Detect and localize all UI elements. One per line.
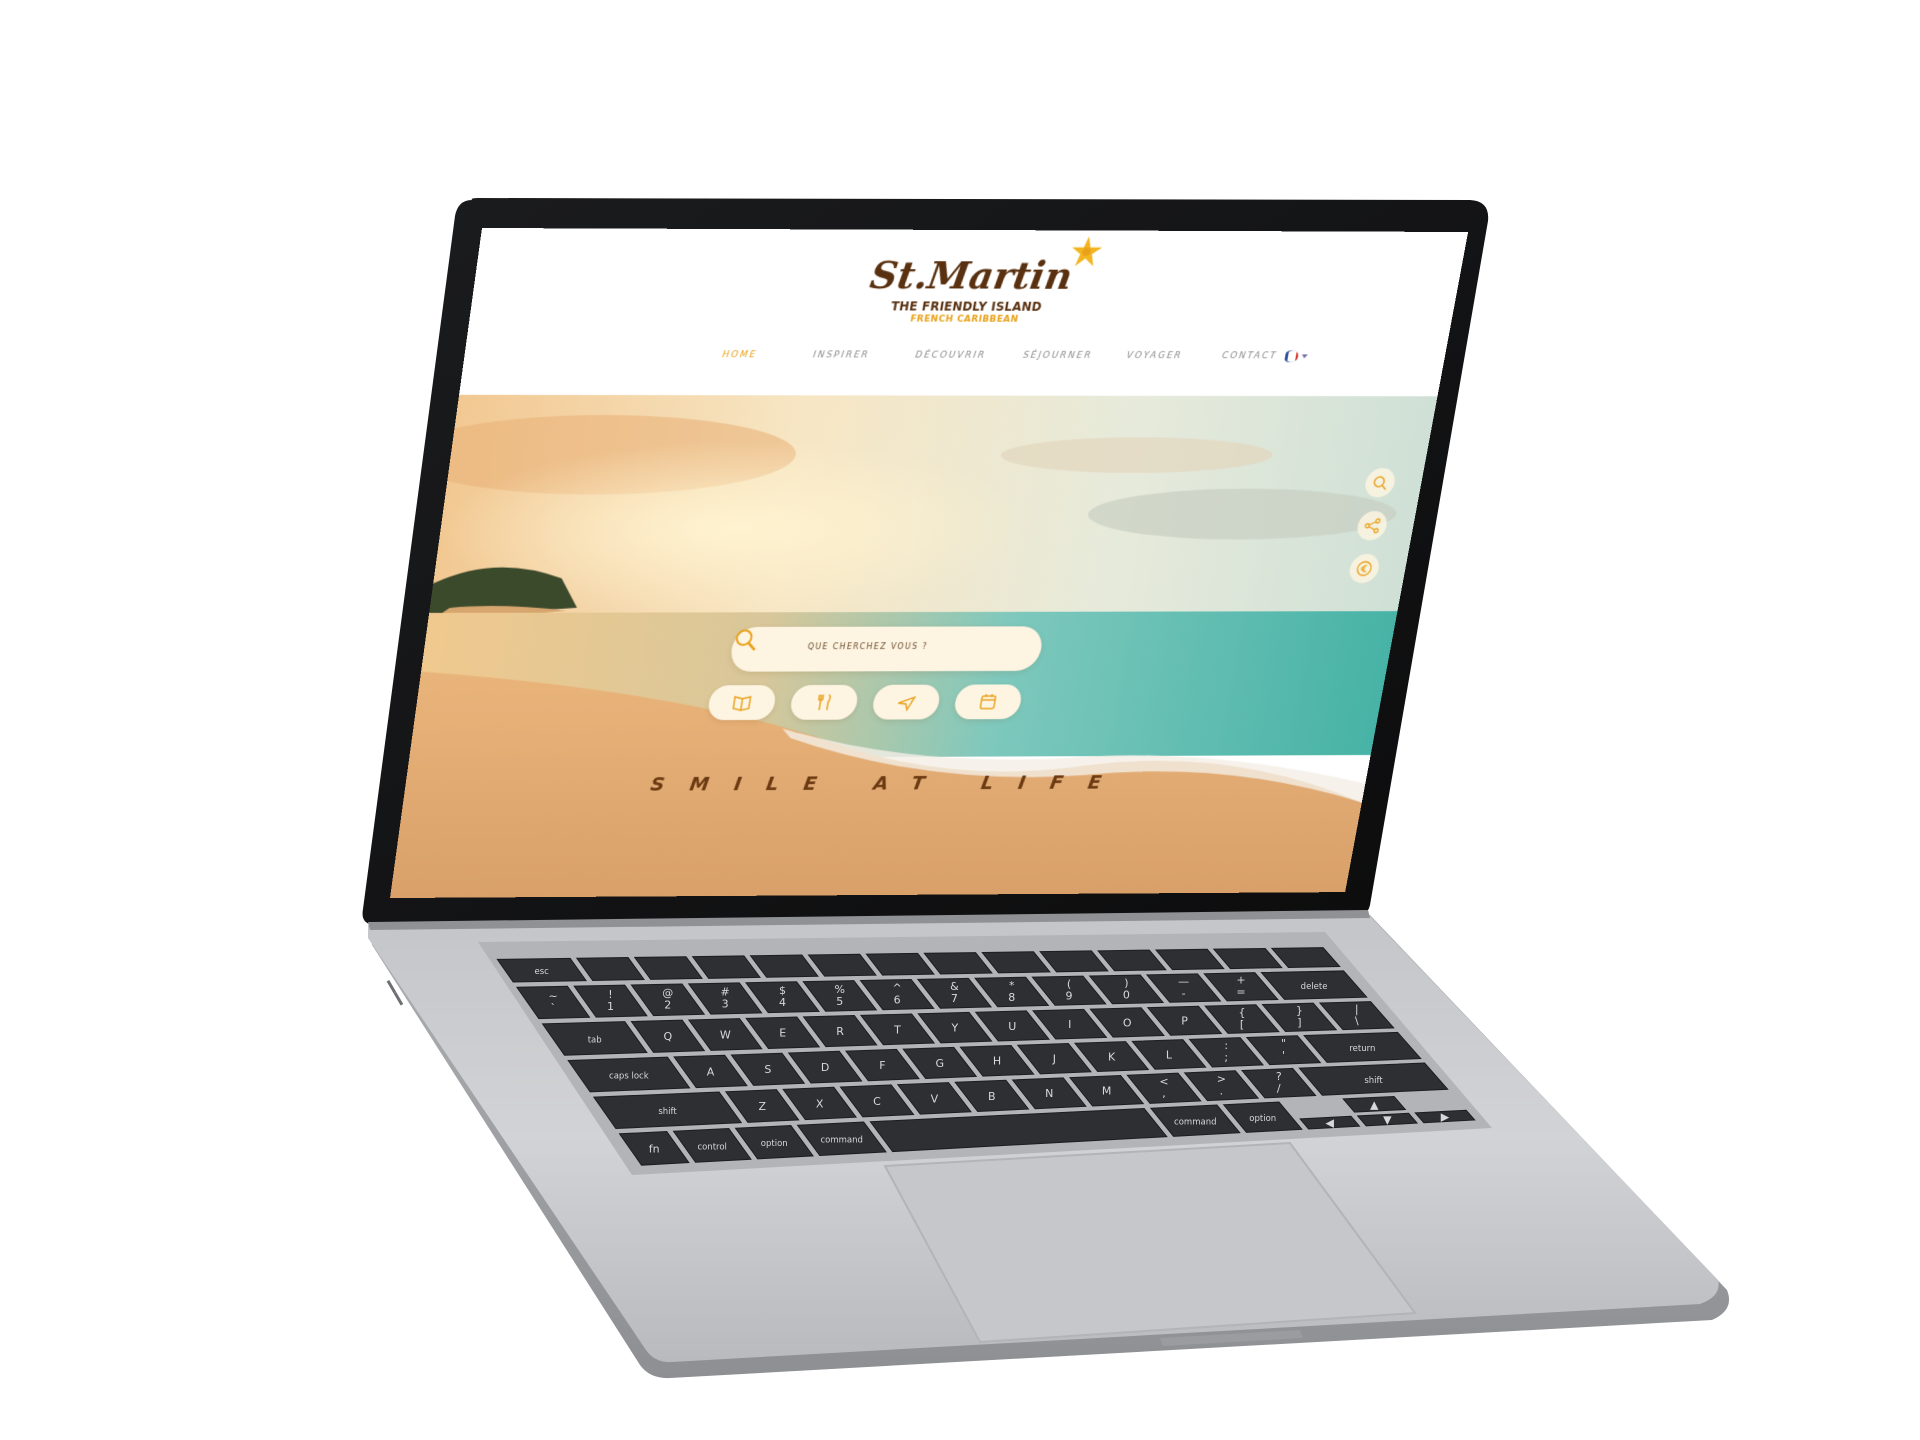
calendar-icon — [976, 691, 1001, 712]
key-label: 4 — [779, 996, 786, 1009]
key-label: , — [1162, 1087, 1166, 1100]
key-label: D — [821, 1061, 829, 1074]
key-label: = — [1236, 986, 1245, 999]
nav-decouvrir[interactable]: DÉCOUVRIR — [915, 351, 987, 361]
category-travel-button[interactable] — [870, 684, 942, 720]
key-label: caps lock — [609, 1071, 649, 1081]
key-label: 7 — [951, 992, 958, 1005]
key-label: 6 — [894, 994, 901, 1007]
key-label: ' — [1282, 1049, 1285, 1062]
key-label: ▲ — [1370, 1098, 1379, 1111]
fork-knife-icon — [812, 692, 837, 713]
nav-voyager[interactable]: VOYAGER — [1126, 351, 1183, 361]
key-label: 9 — [1066, 990, 1073, 1003]
key-label: ◀ — [1326, 1117, 1335, 1130]
star-icon — [1069, 236, 1105, 267]
french-flag-icon[interactable] — [1283, 349, 1312, 363]
nav-contact[interactable]: CONTACT — [1221, 351, 1278, 361]
key-label: G — [935, 1057, 944, 1070]
category-calendar-button[interactable] — [952, 684, 1024, 720]
screen: St.Martin THE FRIENDLY ISLAND FRENCH CAR… — [390, 228, 1469, 899]
key-label: R — [836, 1025, 844, 1038]
nav-inspirer[interactable]: INSPIRER — [812, 350, 870, 360]
search-icon — [1370, 474, 1391, 492]
key-label: H — [993, 1055, 1001, 1068]
key-label: control — [697, 1142, 726, 1152]
key-label: option — [761, 1139, 788, 1149]
key-label: ] — [1297, 1016, 1301, 1029]
key-label: X — [816, 1097, 824, 1110]
key-label: / — [1277, 1082, 1281, 1095]
key-label: Z — [758, 1100, 766, 1113]
key-label: fn — [649, 1142, 660, 1155]
key-label: shift — [1364, 1076, 1383, 1086]
key-label: 1 — [607, 1000, 614, 1013]
key-label: . — [1220, 1085, 1224, 1098]
key-label: 8 — [1008, 991, 1015, 1004]
key-label: W — [720, 1028, 731, 1041]
key-label: - — [1182, 987, 1186, 1000]
usb-port — [393, 991, 404, 1006]
key-label: 2 — [664, 999, 671, 1012]
search-icon[interactable] — [731, 627, 760, 652]
euro-icon — [1354, 560, 1374, 577]
key-label: shift — [658, 1107, 677, 1117]
nav-home[interactable]: HOME — [722, 350, 758, 360]
key-label: command — [821, 1136, 863, 1146]
category-food-button[interactable] — [788, 684, 860, 720]
main-nav: HOME INSPIRER DÉCOUVRIR SÉJOURNER VOYAGE… — [463, 350, 1446, 372]
key-label: A — [707, 1065, 715, 1078]
key-label: ; — [1224, 1051, 1228, 1064]
key-label: delete — [1301, 982, 1328, 992]
key-label: 3 — [722, 997, 729, 1010]
usb-port — [386, 979, 397, 994]
logo[interactable]: St.Martin THE FRIENDLY ISLAND FRENCH CAR… — [469, 236, 1464, 326]
key-label: I — [1068, 1018, 1071, 1031]
key-label: N — [1045, 1087, 1053, 1100]
key-label: ` — [550, 1001, 556, 1014]
key-label: F — [879, 1059, 885, 1072]
key-label: K — [1108, 1050, 1116, 1063]
key-label: tab — [588, 1035, 602, 1045]
nav-sejourner[interactable]: SÉJOURNER — [1022, 351, 1093, 361]
key-label: esc — [535, 967, 550, 977]
key-label: U — [1008, 1020, 1016, 1033]
key-label: option — [1249, 1114, 1276, 1124]
key-label: ▼ — [1383, 1114, 1392, 1127]
plane-icon — [894, 691, 919, 712]
hero-tagline: SMILE AT LIFE — [649, 770, 1128, 796]
share-icon — [1362, 517, 1382, 535]
key-label: C — [873, 1095, 881, 1108]
key-label: \ — [1355, 1015, 1359, 1028]
site-header: St.Martin THE FRIENDLY ISLAND FRENCH CAR… — [459, 228, 1469, 397]
logo-subtitle: THE FRIENDLY ISLAND — [889, 299, 1043, 314]
key-label: 5 — [836, 995, 843, 1008]
key-label: M — [1102, 1085, 1112, 1098]
hero-banner: QUE CHERCHEZ VOUS ? SMILE AT LIFE — [390, 394, 1438, 899]
key-label: T — [893, 1023, 901, 1036]
key-label: S — [764, 1063, 771, 1076]
key-label: L — [1166, 1048, 1173, 1061]
key-label: Q — [664, 1030, 673, 1043]
key-label: J — [1052, 1053, 1056, 1066]
search-placeholder: QUE CHERCHEZ VOUS ? — [807, 642, 929, 652]
key-label: O — [1123, 1016, 1132, 1029]
category-book-button[interactable] — [706, 685, 778, 721]
key-label: P — [1181, 1015, 1188, 1028]
key-label: command — [1174, 1118, 1216, 1128]
key-label: ▶ — [1441, 1110, 1450, 1123]
key-label: [ — [1240, 1018, 1244, 1031]
logo-tagline: FRENCH CARIBBEAN — [909, 314, 1020, 325]
book-icon — [730, 692, 755, 713]
key-label: 0 — [1123, 988, 1130, 1001]
key-label: Y — [951, 1022, 959, 1035]
logo-title: St.Martin — [867, 236, 1105, 298]
key-label: B — [988, 1090, 996, 1103]
key-label: return — [1349, 1044, 1375, 1054]
mockup-stage: esc ~ `! 1 @2 #3 $4% 5 ^ 6 & 7 * 8(9) 0— - + = delete tab Q W… — [0, 0, 1920, 1440]
key-label: V — [931, 1092, 939, 1105]
key-label: E — [779, 1027, 786, 1040]
search-input[interactable]: QUE CHERCHEZ VOUS ? — [728, 626, 1045, 672]
